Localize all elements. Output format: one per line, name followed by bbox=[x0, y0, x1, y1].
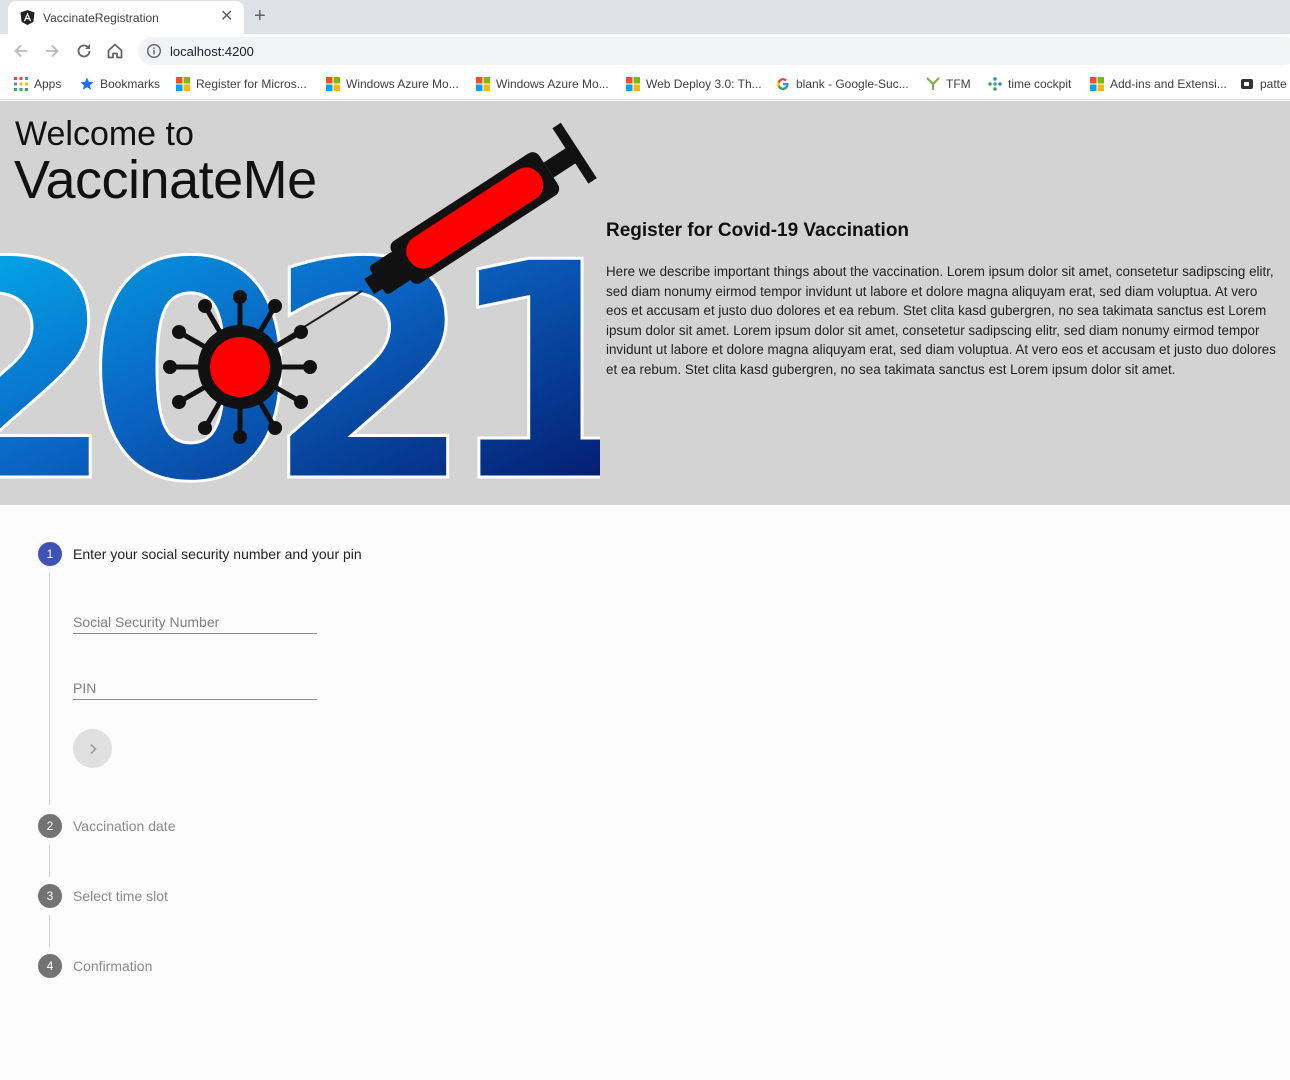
apps-grid-icon bbox=[14, 77, 28, 91]
bookmark-label: Apps bbox=[34, 77, 62, 91]
bookmark-register-microsoft[interactable]: Register for Micros... bbox=[176, 75, 307, 93]
bookmark-web-deploy[interactable]: Web Deploy 3.0: Th... bbox=[626, 75, 762, 93]
tfm-icon bbox=[926, 77, 940, 90]
google-icon bbox=[777, 78, 789, 90]
address-bar[interactable]: localhost:4200 bbox=[138, 37, 1290, 65]
bookmark-azure-1[interactable]: Windows Azure Mo... bbox=[326, 75, 459, 93]
bookmark-apps[interactable]: Apps bbox=[14, 75, 61, 93]
step-connector bbox=[49, 573, 50, 805]
browser-toolbar: localhost:4200 bbox=[0, 34, 1290, 68]
back-arrow-icon[interactable] bbox=[11, 41, 31, 61]
bookmark-label: Web Deploy 3.0: Th... bbox=[646, 77, 762, 91]
pin-field[interactable] bbox=[73, 678, 317, 700]
step-3-label[interactable]: Select time slot bbox=[73, 888, 168, 904]
step-connector bbox=[49, 845, 50, 877]
next-step-button[interactable] bbox=[73, 729, 112, 768]
step-2-label[interactable]: Vaccination date bbox=[73, 818, 175, 834]
step-4-label[interactable]: Confirmation bbox=[73, 958, 152, 974]
bookmark-label: time cockpit bbox=[1008, 77, 1072, 91]
page-heading: Register for Covid-19 Vaccination bbox=[606, 220, 910, 241]
bookmarks-bar: Apps Bookmarks Register for Micros... Wi… bbox=[0, 68, 1290, 100]
bookmark-label: Add-ins and Extensi... bbox=[1110, 77, 1227, 91]
bookmark-label: Windows Azure Mo... bbox=[346, 77, 459, 91]
ms-logo-icon bbox=[626, 77, 640, 91]
link-icon bbox=[1241, 79, 1253, 89]
bookmark-label: Windows Azure Mo... bbox=[496, 77, 609, 91]
star-icon bbox=[80, 77, 94, 90]
step-1-label[interactable]: Enter your social security number and yo… bbox=[73, 546, 362, 562]
bookmark-label: Register for Micros... bbox=[196, 77, 307, 91]
tab-title: VaccinateRegistration bbox=[43, 11, 159, 25]
forward-arrow-icon[interactable] bbox=[42, 41, 62, 61]
year-2021-graphic: 2021 bbox=[0, 199, 600, 505]
brand-title: VaccinateMe bbox=[14, 150, 317, 210]
browser-tab-strip: VaccinateRegistration ✕ + bbox=[0, 0, 1290, 34]
bookmark-tfm[interactable]: TFM bbox=[926, 75, 971, 93]
new-tab-icon[interactable]: + bbox=[254, 5, 266, 27]
browser-tab[interactable]: VaccinateRegistration ✕ bbox=[8, 1, 244, 34]
step-1-number[interactable]: 1 bbox=[38, 542, 62, 566]
hero-banner: 2021 bbox=[0, 101, 1290, 505]
step-2-number[interactable]: 2 bbox=[38, 814, 62, 838]
chevron-right-icon bbox=[89, 743, 97, 754]
ms-logo-icon bbox=[326, 77, 340, 91]
ms-logo-icon bbox=[476, 77, 490, 91]
bookmark-bookmarks[interactable]: Bookmarks bbox=[80, 75, 160, 93]
time-cockpit-icon bbox=[988, 77, 1002, 91]
bookmark-patte[interactable]: patte bbox=[1240, 75, 1287, 93]
step-4-number[interactable]: 4 bbox=[38, 954, 62, 978]
step-3-number[interactable]: 3 bbox=[38, 884, 62, 908]
angular-icon bbox=[20, 10, 35, 25]
intro-paragraph: Here we describe important things about … bbox=[606, 264, 1276, 377]
bookmark-addins[interactable]: Add-ins and Extensi... bbox=[1090, 75, 1227, 93]
bookmark-google[interactable]: blank - Google-Suc... bbox=[776, 75, 909, 93]
bookmark-label: blank - Google-Suc... bbox=[796, 77, 909, 91]
ssn-input[interactable] bbox=[73, 612, 317, 632]
close-tab-icon[interactable]: ✕ bbox=[220, 8, 233, 26]
bookmark-label: Bookmarks bbox=[100, 77, 161, 91]
url-text: localhost:4200 bbox=[170, 44, 254, 59]
reload-icon[interactable] bbox=[74, 41, 94, 61]
step-connector bbox=[49, 915, 50, 947]
bookmark-time-cockpit[interactable]: time cockpit bbox=[988, 75, 1071, 93]
registration-stepper: 1 Enter your social security number and … bbox=[0, 505, 1290, 1080]
home-icon[interactable] bbox=[105, 41, 125, 61]
bookmark-label: patte bbox=[1260, 77, 1287, 91]
ms-logo-icon bbox=[176, 77, 190, 91]
ssn-field[interactable] bbox=[73, 612, 317, 634]
bookmark-label: TFM bbox=[946, 77, 971, 91]
ms-logo-icon bbox=[1090, 77, 1104, 91]
pin-input[interactable] bbox=[73, 678, 317, 698]
bookmark-azure-2[interactable]: Windows Azure Mo... bbox=[476, 75, 609, 93]
info-icon[interactable] bbox=[146, 43, 162, 59]
